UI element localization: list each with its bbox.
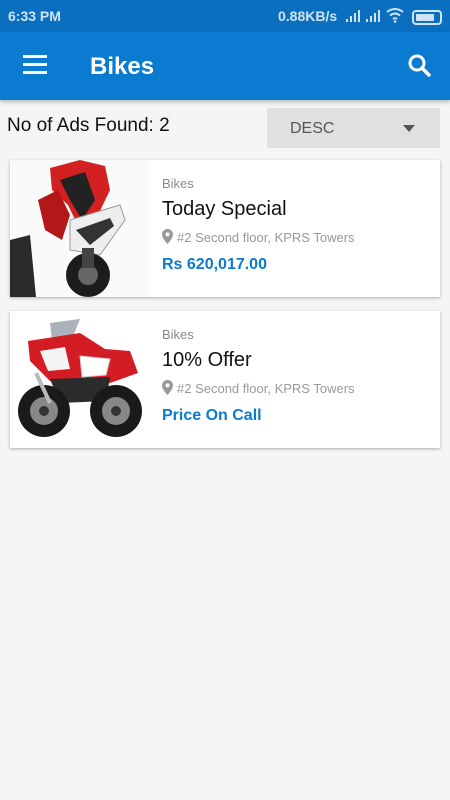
location-pin-icon [162, 229, 173, 244]
ad-location: #2 Second floor, KPRS Towers [162, 229, 355, 245]
ad-category: Bikes [162, 327, 194, 342]
network-speed: 0.88KB/s [278, 8, 338, 24]
ad-category: Bikes [162, 176, 194, 191]
search-icon[interactable] [400, 46, 440, 86]
ad-title: 10% Offer [162, 349, 252, 371]
bike-image-2 [10, 311, 148, 448]
battery-icon [412, 10, 442, 25]
hamburger-menu-icon[interactable] [14, 46, 56, 86]
page-title: Bikes [90, 53, 155, 80]
wifi-icon [386, 8, 404, 23]
ad-price: Price On Call [162, 407, 262, 424]
signal-icon [346, 10, 362, 22]
ad-title: Today Special [162, 198, 287, 220]
ad-location: #2 Second floor, KPRS Towers [162, 380, 355, 396]
ad-card[interactable]: Bikes Today Special #2 Second floor, KPR… [10, 160, 440, 297]
ad-location-text: #2 Second floor, KPRS Towers [177, 230, 355, 245]
ad-card[interactable]: Bikes 10% Offer #2 Second floor, KPRS To… [10, 311, 440, 448]
bike-image-1 [10, 160, 148, 297]
status-time: 6:33 PM [8, 8, 61, 24]
status-bar: 6:33 PM 0.88KB/s [0, 0, 450, 32]
location-pin-icon [162, 380, 173, 395]
ad-location-text: #2 Second floor, KPRS Towers [177, 381, 355, 396]
ad-price: Rs 620,017.00 [162, 256, 267, 273]
ads-count-label: No of Ads Found: 2 [7, 115, 170, 136]
chevron-down-icon [403, 125, 415, 132]
app-bar: Bikes [0, 32, 450, 100]
signal-icon-2 [366, 10, 382, 22]
sort-dropdown[interactable]: DESC [267, 108, 440, 148]
sort-selected-value: DESC [290, 120, 335, 137]
